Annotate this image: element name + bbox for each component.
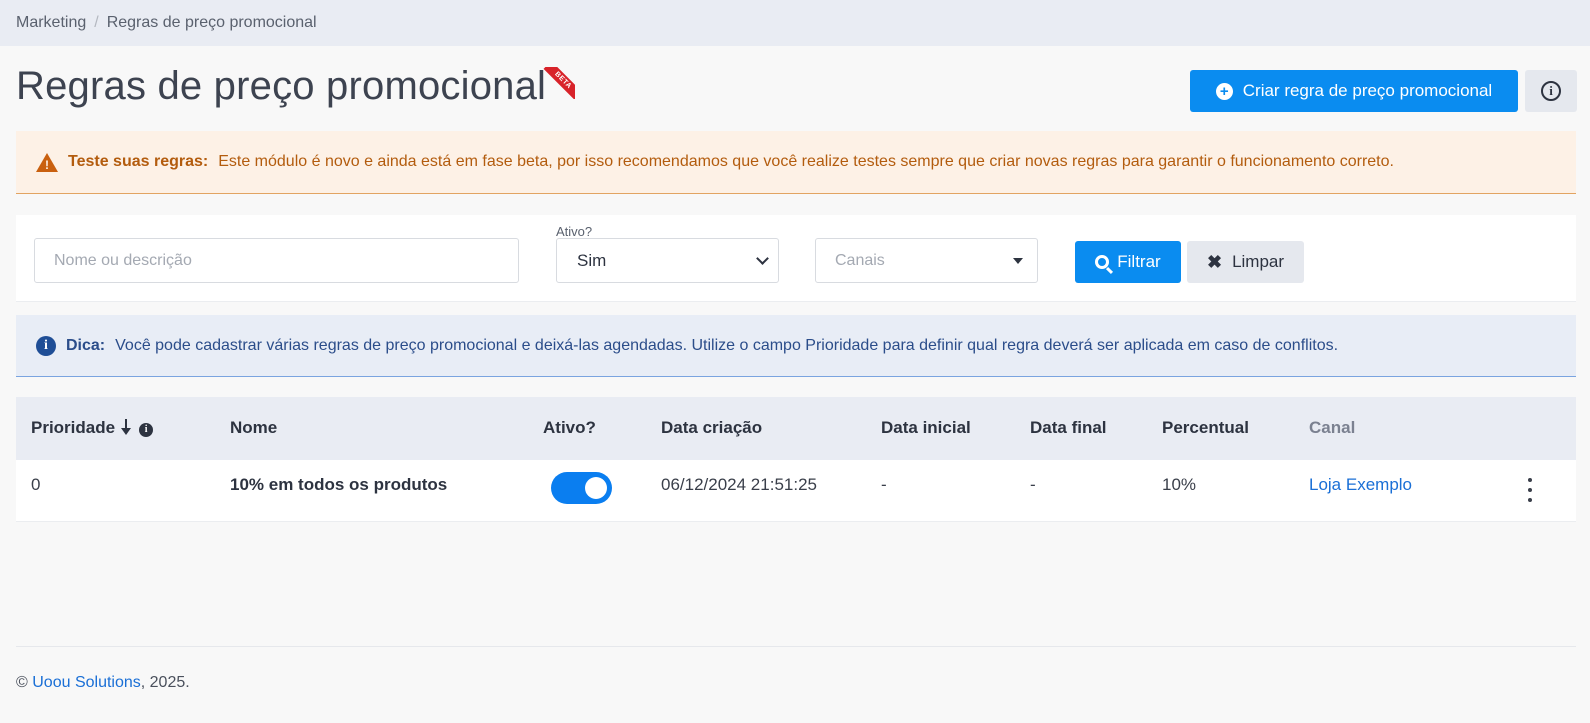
column-percent: Percentual [1162, 418, 1249, 437]
clear-button[interactable]: ✖ Limpar [1187, 241, 1304, 283]
tip-alert: i Dica: Você pode cadastrar várias regra… [16, 315, 1576, 377]
active-toggle[interactable] [551, 472, 612, 504]
filter-button-label: Filtrar [1117, 252, 1161, 271]
company-link[interactable]: Uoou Solutions [32, 674, 141, 691]
info-button[interactable]: i [1525, 70, 1577, 112]
copyright-symbol: © [16, 674, 28, 691]
column-active: Ativo? [543, 418, 596, 437]
create-rule-button[interactable]: + Criar regra de preço promocional [1190, 70, 1518, 112]
create-rule-label: Criar regra de preço promocional [1242, 81, 1493, 100]
beta-badge-label: BETA [543, 67, 575, 99]
row-start-date: - [881, 475, 887, 494]
close-icon: ✖ [1206, 251, 1223, 272]
breadcrumb-separator: / [94, 14, 99, 31]
active-filter-value: Sim [577, 250, 607, 270]
priority-info-icon[interactable]: i [139, 423, 154, 437]
breadcrumb-current: Regras de preço promocional [106, 14, 317, 31]
row-percent: 10% [1162, 475, 1197, 494]
clear-button-label: Limpar [1232, 252, 1285, 271]
column-priority[interactable]: Prioridade i [31, 418, 154, 438]
tip-text: Você pode cadastrar várias regras de pre… [115, 336, 1339, 354]
column-created: Data criação [661, 418, 763, 437]
column-channel: Canal [1309, 418, 1356, 437]
row-name: 10% em todos os produtos [230, 475, 448, 494]
footer: © Uoou Solutions, 2025. [16, 674, 190, 692]
active-filter-label: Ativo? [556, 224, 593, 239]
beta-badge: BETA [543, 67, 575, 99]
rules-table: Prioridade i Nome Ativo? Data criação Dat… [16, 397, 1576, 522]
beta-warning-alert: ! Teste suas regras: Este módulo é novo … [16, 131, 1576, 194]
channels-select[interactable]: Canais [815, 238, 1038, 283]
tip-title: Dica: [66, 336, 106, 354]
caret-down-icon [1013, 257, 1023, 264]
filter-panel: Ativo? Sim Canais Filtrar ✖ Limpar [16, 215, 1576, 302]
more-options-icon[interactable] [1526, 478, 1534, 502]
row-end-date: - [1030, 475, 1036, 494]
breadcrumb-marketing-link[interactable]: Marketing [16, 14, 86, 32]
info-circle-icon: i [1541, 81, 1561, 101]
breadcrumb: Marketing / Regras de preço promocional [0, 0, 1590, 46]
filter-button[interactable]: Filtrar [1075, 241, 1181, 283]
active-filter-select[interactable]: Sim [556, 238, 779, 283]
warning-title: Teste suas regras: [68, 153, 209, 170]
search-input[interactable] [34, 238, 519, 283]
row-channel-link[interactable]: Loja Exemplo [1309, 475, 1412, 495]
warning-text: Este módulo é novo e ainda está em fase … [218, 153, 1394, 170]
row-created: 06/12/2024 21:51:25 [661, 475, 817, 494]
table-row: 0 10% em todos os produtos 06/12/2024 21… [16, 460, 1576, 522]
table-header: Prioridade i Nome Ativo? Data criação Dat… [16, 397, 1576, 460]
footer-year: , 2025. [140, 674, 190, 691]
chevron-down-icon [756, 251, 769, 265]
column-start-date: Data inicial [881, 418, 971, 437]
column-priority-label: Prioridade [31, 418, 116, 437]
column-name: Nome [230, 418, 278, 437]
footer-divider [16, 646, 1576, 647]
warning-icon: ! [36, 152, 58, 172]
search-icon [1095, 255, 1110, 269]
plus-circle-icon: + [1215, 82, 1233, 100]
column-end-date: Data final [1030, 418, 1107, 437]
sort-down-icon [121, 419, 132, 435]
row-priority: 0 [31, 475, 41, 494]
page-title: Regras de preço promocional [16, 64, 547, 108]
info-icon: i [36, 335, 56, 356]
channels-placeholder: Canais [835, 251, 885, 269]
